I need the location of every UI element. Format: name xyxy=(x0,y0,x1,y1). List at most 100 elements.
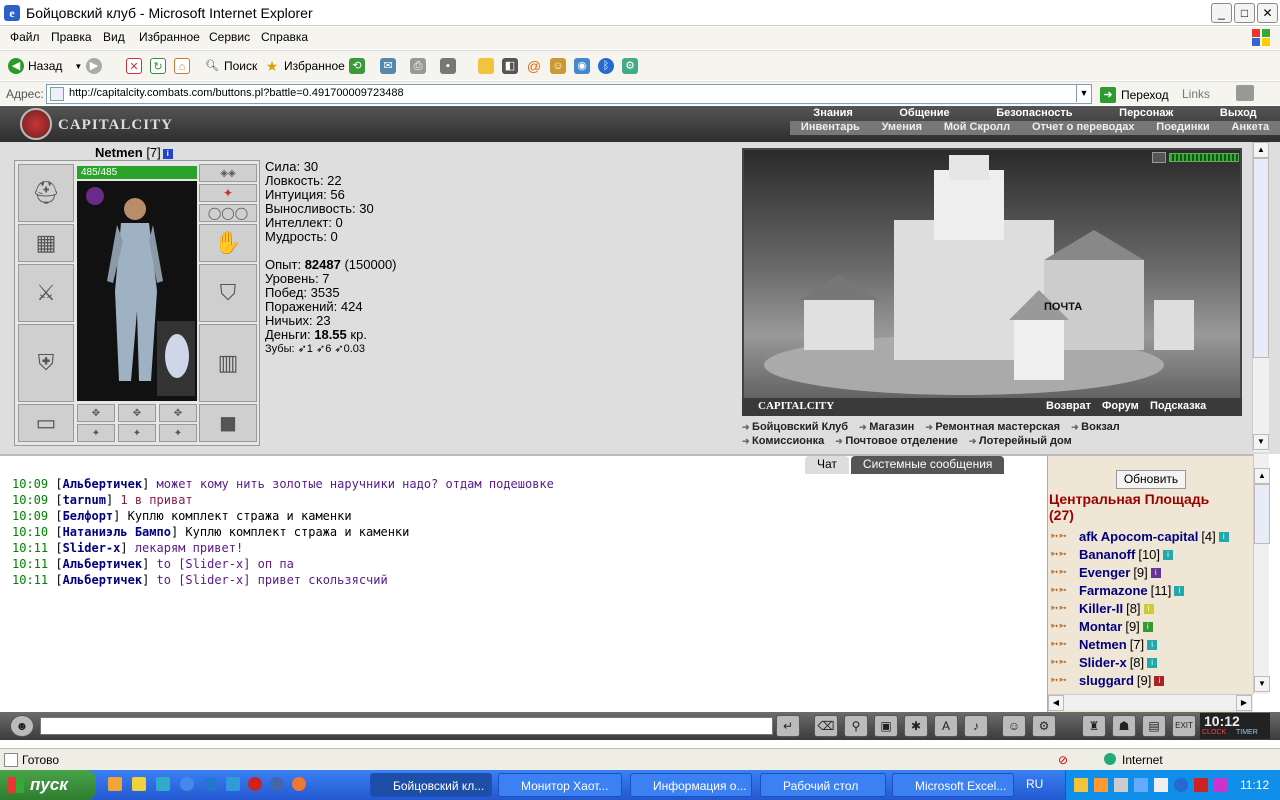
scroll-down-icon[interactable]: ▼ xyxy=(1253,434,1269,450)
chat-nick[interactable]: Slider-x xyxy=(63,541,121,555)
nav-knowledge[interactable]: Знания xyxy=(813,107,852,121)
chat-nick[interactable]: Альбертичек xyxy=(63,477,142,491)
sound-toggle-icon[interactable] xyxy=(1152,152,1166,163)
nav-duels[interactable]: Поединки xyxy=(1156,121,1209,135)
user-info-icon[interactable]: i xyxy=(1150,568,1161,578)
user-list-item[interactable]: ➳➳ afk Apocom-capital [4] i xyxy=(1050,528,1250,546)
user-name[interactable]: Killer-II xyxy=(1079,600,1123,618)
chat-input[interactable] xyxy=(40,717,773,735)
pants-slot-icon[interactable]: ▥ xyxy=(199,324,257,402)
chat-settings-icon[interactable]: ⚙ xyxy=(1032,715,1056,737)
tray-volume-icon[interactable] xyxy=(1154,778,1168,792)
user-name[interactable]: Netmen xyxy=(1079,636,1127,654)
nav-security[interactable]: Безопасность xyxy=(996,107,1072,121)
messenger-button[interactable]: ☺ xyxy=(550,57,566,75)
quicklaunch-opera-icon[interactable] xyxy=(248,777,262,791)
mail-button[interactable]: ✉ xyxy=(380,57,396,75)
rune-slot-5[interactable]: ✦ xyxy=(118,424,156,442)
nav-communication[interactable]: Общение xyxy=(899,107,949,121)
user-name[interactable]: sluggard xyxy=(1079,672,1134,690)
refresh-button[interactable]: Обновить xyxy=(1116,470,1186,489)
sound-icon[interactable]: ♪ xyxy=(964,715,988,737)
user-name[interactable]: Montar xyxy=(1079,618,1122,636)
maximize-button[interactable]: □ xyxy=(1234,3,1255,23)
smiley-icon[interactable]: ☺ xyxy=(1002,715,1026,737)
armor-slot-icon[interactable]: ⛨ xyxy=(18,324,74,402)
clear-icon[interactable]: ⌫ xyxy=(814,715,838,737)
private-message-icon[interactable]: ➳➳ xyxy=(1050,600,1076,618)
refresh-button[interactable]: ↻ xyxy=(150,57,166,75)
user-list-item[interactable]: ➳➳ Evenger [9] i xyxy=(1050,564,1250,582)
bluetooth-button[interactable]: ᛒ xyxy=(598,57,614,75)
user-name[interactable]: Evenger xyxy=(1079,564,1130,582)
tool-button-1[interactable]: ◧ xyxy=(502,57,518,75)
folder-button[interactable] xyxy=(478,57,494,75)
user-list-item[interactable]: ➳➳ Netmen [7] i xyxy=(1050,636,1250,654)
online-scrollbar[interactable]: ▲ ▼ xyxy=(1253,454,1270,694)
user-list-item[interactable]: ➳➳ Montar [9] i xyxy=(1050,618,1250,636)
amulet-slot-icon[interactable]: ◈◈ xyxy=(199,164,257,182)
hscroll-left-icon[interactable]: ◀ xyxy=(1048,695,1064,711)
nav-skills[interactable]: Умения xyxy=(882,121,922,135)
user-info-icon[interactable]: i xyxy=(1163,550,1174,560)
quicklaunch-icon-2[interactable] xyxy=(132,777,146,791)
links-button[interactable]: Links xyxy=(1182,87,1210,101)
nav-character[interactable]: Персонаж xyxy=(1119,107,1173,121)
chat-nick[interactable]: tarnum xyxy=(63,493,106,507)
quicklaunch-icon-4[interactable] xyxy=(180,777,194,791)
lock-icon[interactable]: ▤ xyxy=(1142,715,1166,737)
online-hscrollbar[interactable]: ◀ ▶ xyxy=(1048,694,1253,711)
sound-level-icon[interactable] xyxy=(1169,153,1239,162)
research-button[interactable]: ◉ xyxy=(574,57,590,75)
helmet-slot-icon[interactable]: ⛑ xyxy=(18,164,74,222)
private-message-icon[interactable]: ➳➳ xyxy=(1050,654,1076,672)
rune-slot-3[interactable]: ✥ xyxy=(159,404,197,422)
private-message-icon[interactable]: ➳➳ xyxy=(1050,528,1076,546)
fight-icon[interactable]: ✱ xyxy=(904,715,928,737)
online-scroll-thumb[interactable] xyxy=(1254,484,1270,544)
menu-favorites[interactable]: Избранное xyxy=(139,30,200,44)
back-button[interactable]: ◀ Назад ▼ xyxy=(8,57,82,75)
home-button[interactable]: ⌂ xyxy=(174,57,190,75)
private-message-icon[interactable]: ➳➳ xyxy=(1050,582,1076,600)
task-excel[interactable]: Microsoft Excel... xyxy=(892,773,1014,797)
task-information[interactable]: Информация о... xyxy=(630,773,752,797)
menu-edit[interactable]: Правка xyxy=(51,30,92,44)
gloves-slot-icon[interactable]: ✋ xyxy=(199,224,257,262)
quicklaunch-icon-6[interactable] xyxy=(226,777,240,791)
chat-nick[interactable]: Альбертичек xyxy=(63,557,142,571)
edit-button[interactable]: ▪ xyxy=(440,57,456,75)
extension-icon[interactable] xyxy=(1236,85,1254,101)
exit-icon[interactable]: EXIT xyxy=(1172,715,1196,737)
info-icon[interactable]: i xyxy=(162,149,173,159)
chat-nick[interactable]: Альбертичек xyxy=(63,573,142,587)
rings-slot-icon[interactable]: ◯◯◯ xyxy=(199,204,257,222)
scene-hint-link[interactable]: Подсказка xyxy=(1150,400,1206,412)
hscroll-right-icon[interactable]: ▶ xyxy=(1236,695,1252,711)
scene-forum-link[interactable]: Форум xyxy=(1102,400,1139,412)
place-shop[interactable]: Магазин xyxy=(859,421,914,433)
nav-exit[interactable]: Выход xyxy=(1220,107,1257,121)
language-indicator[interactable]: RU xyxy=(1026,777,1043,791)
place-repair[interactable]: Ремонтная мастерская xyxy=(925,421,1060,433)
user-name[interactable]: Farmazone xyxy=(1079,582,1148,600)
rune-slot-6[interactable]: ✦ xyxy=(159,424,197,442)
tray-icon-2[interactable] xyxy=(1094,778,1108,792)
close-button[interactable]: ✕ xyxy=(1257,3,1278,23)
chat-private-to[interactable]: to [Slider-x] xyxy=(157,573,251,587)
task-desktop[interactable]: Рабочий стол xyxy=(760,773,886,797)
back-dropdown-icon[interactable]: ▼ xyxy=(74,62,82,71)
game-clock[interactable]: 10:12 CLOCK TIMER xyxy=(1200,713,1270,739)
print-button[interactable]: ⎙ xyxy=(410,57,426,75)
private-message-icon[interactable]: ➳➳ xyxy=(1050,546,1076,564)
scene-return-link[interactable]: Возврат xyxy=(1046,400,1091,412)
quicklaunch-icon-3[interactable] xyxy=(156,777,170,791)
save-log-icon[interactable]: ▣ xyxy=(874,715,898,737)
private-message-icon[interactable]: ➳➳ xyxy=(1050,636,1076,654)
place-station[interactable]: Вокзал xyxy=(1071,421,1120,433)
place-commission[interactable]: Комиссионка xyxy=(742,435,824,447)
quicklaunch-firefox-icon[interactable] xyxy=(292,777,306,791)
tab-chat[interactable]: Чат xyxy=(805,456,849,474)
go-button[interactable]: ➜ Переход xyxy=(1100,87,1169,103)
menu-tools[interactable]: Сервис xyxy=(209,30,250,44)
